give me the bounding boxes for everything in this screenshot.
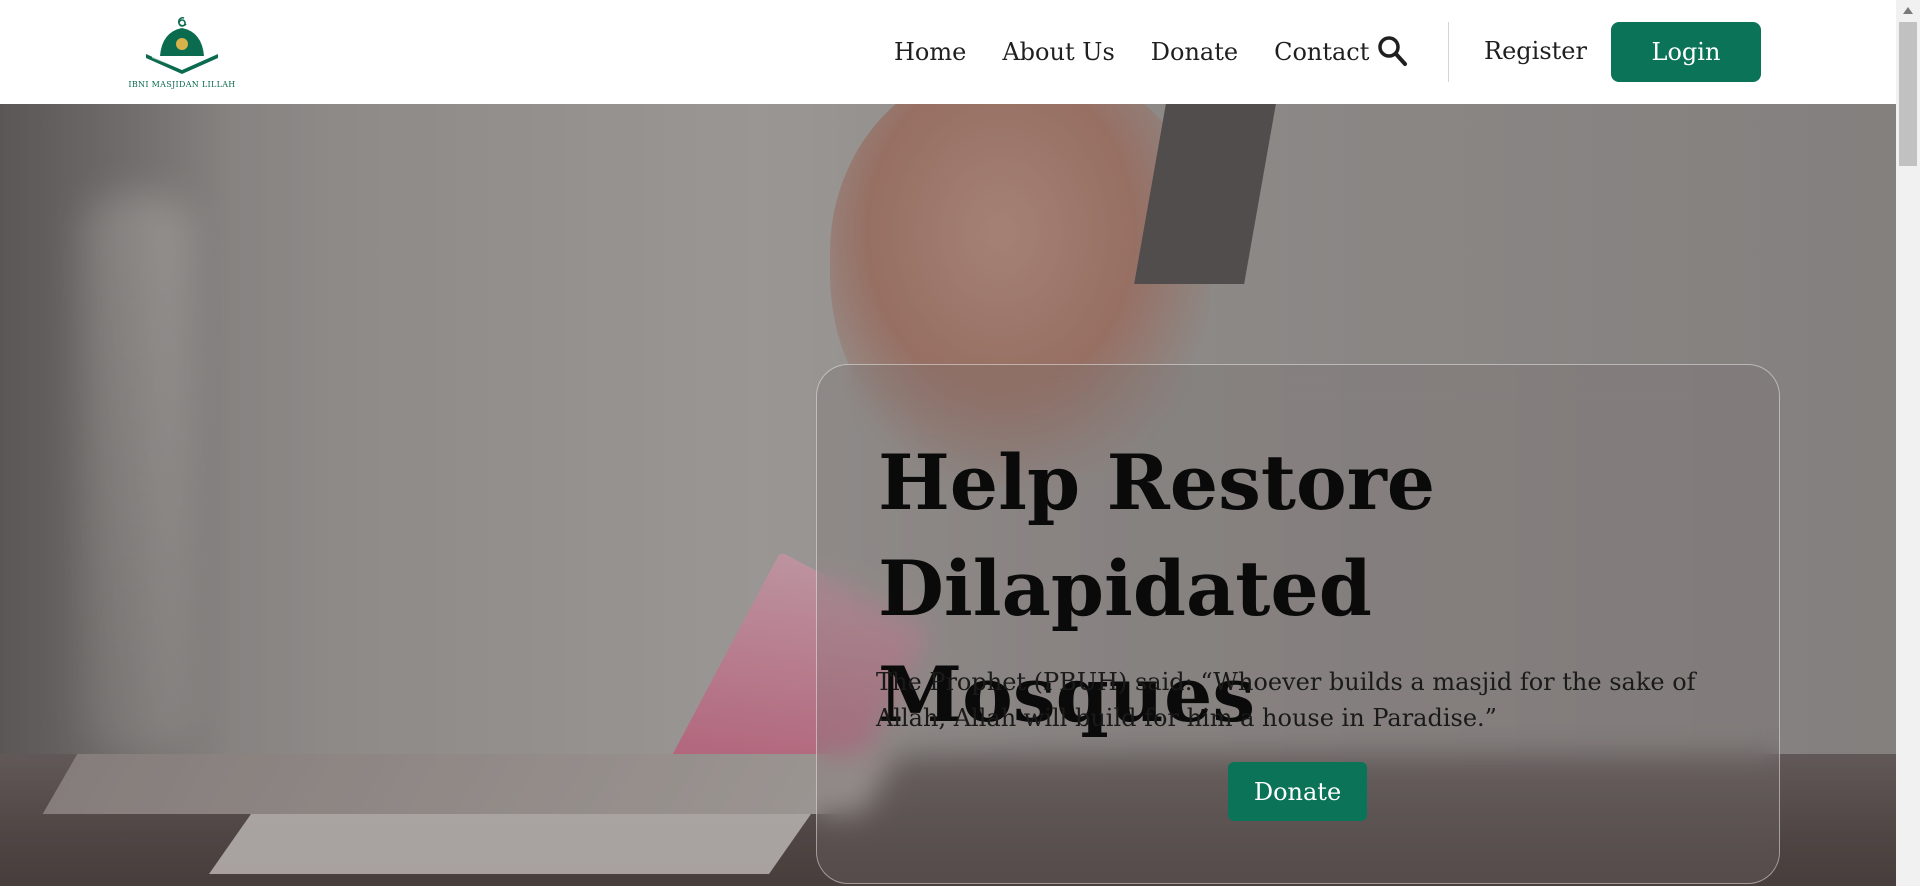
login-button[interactable]: Login: [1611, 22, 1761, 82]
mosque-logo-icon: [146, 17, 218, 74]
hero-donate-button[interactable]: Donate: [1228, 762, 1367, 821]
register-link[interactable]: Register: [1484, 0, 1587, 104]
scrollbar-thumb[interactable]: [1899, 22, 1917, 166]
nav-home-link[interactable]: Home: [894, 38, 966, 66]
top-navbar: IBNI MASJIDAN LILLAH Home About Us Donat…: [0, 0, 1896, 104]
site-logo[interactable]: IBNI MASJIDAN LILLAH: [128, 12, 235, 92]
page-scrollbar[interactable]: [1896, 0, 1920, 886]
hero-quote: The Prophet (PBUH) said: “Whoever builds…: [876, 668, 1696, 732]
nav-about-link[interactable]: About Us: [1002, 38, 1114, 66]
hero-title-line-1: Help Restore: [878, 438, 1436, 527]
search-icon[interactable]: [1376, 34, 1408, 68]
nav-contact-link[interactable]: Contact: [1274, 38, 1369, 66]
logo-text: IBNI MASJIDAN LILLAH: [128, 80, 236, 89]
main-nav: Home About Us Donate Contact: [894, 0, 1369, 104]
nav-divider: [1448, 22, 1449, 82]
nav-donate-link[interactable]: Donate: [1151, 38, 1238, 66]
scroll-up-arrow-icon[interactable]: [1903, 7, 1913, 14]
